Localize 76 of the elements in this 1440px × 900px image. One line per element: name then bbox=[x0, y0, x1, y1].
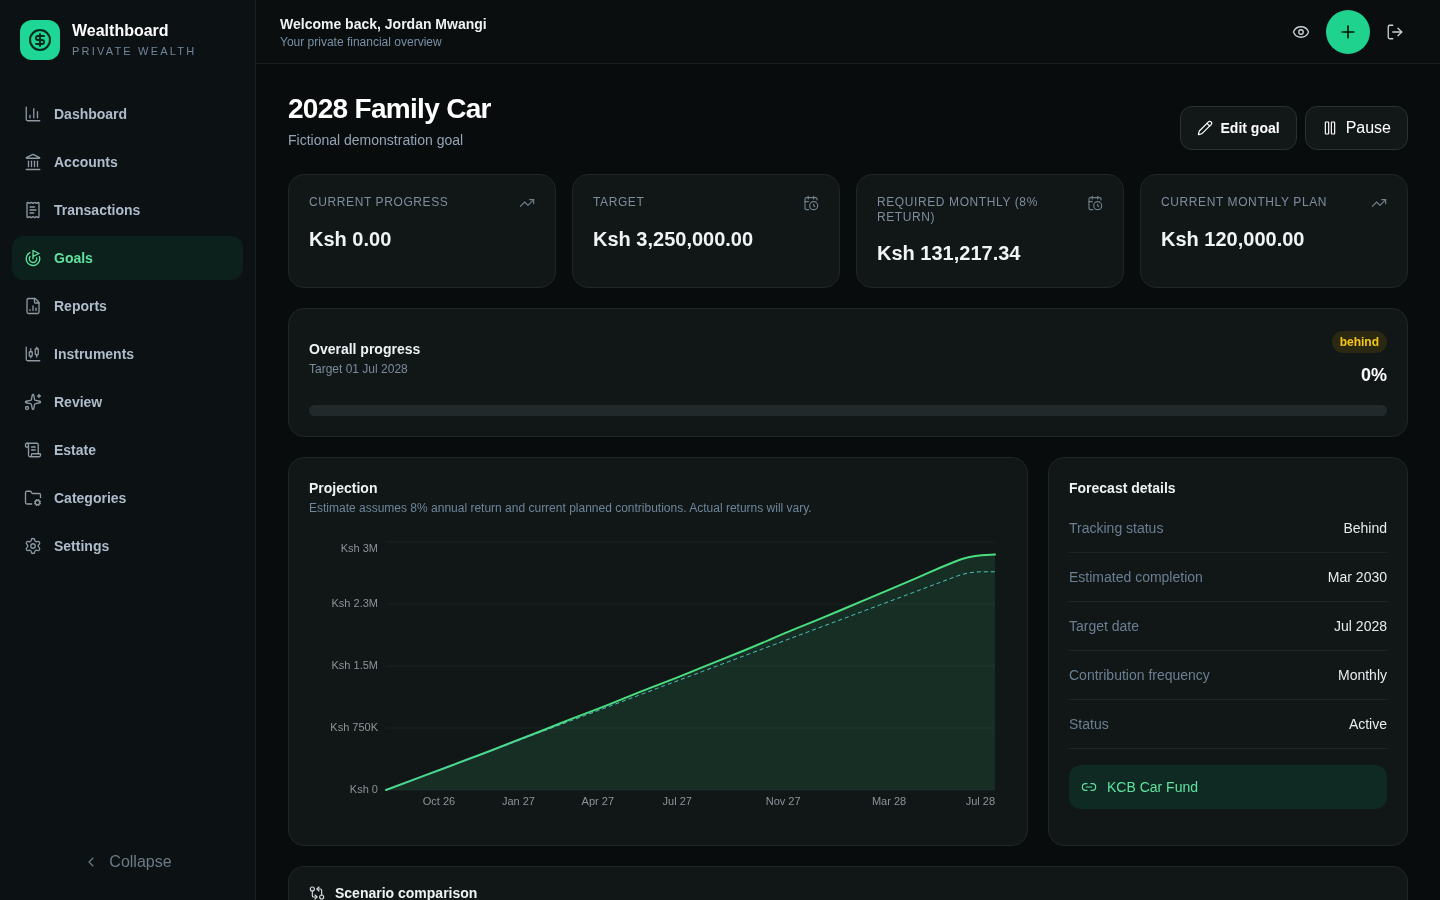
x-axis-label: Jul 27 bbox=[662, 794, 692, 807]
goal-subtitle: Fictional demonstration goal bbox=[288, 131, 465, 150]
sparkles-icon bbox=[24, 393, 42, 411]
detail-label: Target date bbox=[1069, 617, 1140, 636]
x-axis-label: Nov 27 bbox=[765, 794, 801, 807]
nav-item[interactable]: Estate bbox=[12, 428, 243, 472]
collapse-button[interactable]: Collapse bbox=[75, 842, 180, 882]
x-axis-label: Jan 27 bbox=[501, 794, 535, 807]
candlestick-icon bbox=[24, 345, 42, 363]
nav-item[interactable]: Categories bbox=[12, 476, 243, 520]
nav-item[interactable]: Settings bbox=[12, 524, 243, 568]
dollar-logo-icon bbox=[20, 20, 60, 60]
bar-chart-icon bbox=[24, 105, 42, 123]
detail-label: Tracking status bbox=[1069, 519, 1164, 538]
nav-item[interactable]: Reports bbox=[12, 284, 243, 328]
nav-item[interactable]: Review bbox=[12, 380, 243, 424]
detail-value: Monthly bbox=[1337, 666, 1387, 685]
pencil-icon bbox=[1196, 120, 1213, 136]
status-badge: behind bbox=[1331, 331, 1387, 353]
brand-tagline: PRIVATE WEALTH bbox=[72, 44, 197, 59]
stat-label: TARGET bbox=[593, 195, 645, 210]
settings-icon bbox=[24, 537, 42, 555]
logout-icon bbox=[1386, 22, 1404, 41]
nav-item[interactable]: Instruments bbox=[12, 332, 243, 376]
calendar-clock-icon bbox=[1087, 195, 1103, 211]
x-axis-label: Oct 26 bbox=[422, 794, 456, 807]
scenario-title: Scenario comparison bbox=[335, 884, 478, 900]
detail-value: Active bbox=[1348, 715, 1387, 734]
goal-title: 2028 Family Car bbox=[288, 92, 491, 126]
header-subtitle: Your private financial overview bbox=[280, 33, 443, 50]
stat-label: REQUIRED MONTHLY (8% RETURN) bbox=[877, 195, 1039, 225]
stat-value: Ksh 0.00 bbox=[309, 227, 393, 252]
compare-arrows-icon bbox=[309, 885, 325, 900]
detail-value: Behind bbox=[1343, 519, 1387, 538]
receipt-icon bbox=[24, 201, 42, 219]
detail-value: Mar 2030 bbox=[1327, 568, 1387, 587]
scroll-icon bbox=[24, 441, 42, 459]
welcome-text: Welcome back, Jordan Mwangi bbox=[280, 14, 487, 34]
logout-button[interactable] bbox=[1386, 22, 1404, 41]
progress-title: Overall progress bbox=[309, 340, 421, 359]
y-axis-label: Ksh 3M bbox=[340, 541, 378, 554]
nav-item[interactable]: Transactions bbox=[12, 188, 243, 232]
detail-label: Status bbox=[1069, 715, 1109, 734]
x-axis-label: Mar 28 bbox=[871, 794, 907, 807]
stat-label: CURRENT MONTHLY PLAN bbox=[1161, 195, 1328, 210]
stat-value: Ksh 120,000.00 bbox=[1161, 227, 1306, 252]
bank-icon bbox=[24, 153, 42, 171]
file-chart-icon bbox=[24, 297, 42, 315]
brand-name: Wealthboard bbox=[72, 21, 170, 41]
nav-item[interactable]: Accounts bbox=[12, 140, 243, 184]
edit-button[interactable]: Edit goal bbox=[1179, 106, 1297, 150]
y-axis-label: Ksh 0 bbox=[349, 782, 378, 795]
pause-button[interactable]: Pause bbox=[1304, 106, 1408, 150]
linked-account-button[interactable]: KCB Car Fund bbox=[1069, 765, 1387, 809]
projection-title: Projection bbox=[309, 479, 379, 498]
target-flag-icon bbox=[24, 249, 42, 267]
add-button[interactable] bbox=[1326, 9, 1370, 54]
forecast-title: Forecast details bbox=[1069, 479, 1177, 498]
progress-percent: 0% bbox=[1361, 365, 1387, 385]
x-axis-label: Apr 27 bbox=[581, 794, 615, 807]
x-axis-label: Jul 28 bbox=[965, 794, 995, 807]
y-axis-label: Ksh 2.3M bbox=[331, 596, 378, 609]
detail-label: Estimated completion bbox=[1069, 568, 1203, 587]
projection-note: Estimate assumes 8% annual return and current planned contributions. Actual returns will vary. bbox=[309, 500, 813, 516]
y-axis-label: Ksh 1.5M bbox=[331, 658, 378, 671]
y-axis-label: Ksh 750K bbox=[330, 720, 378, 733]
detail-label: Contribution frequency bbox=[1069, 666, 1210, 685]
detail-value: Jul 2028 bbox=[1334, 617, 1387, 636]
progress-target-date: Target 01 Jul 2028 bbox=[309, 361, 409, 377]
calendar-clock-icon bbox=[803, 195, 819, 211]
folder-gear-icon bbox=[24, 489, 42, 507]
nav-item[interactable]: Dashboard bbox=[12, 92, 243, 136]
stat-label: CURRENT PROGRESS bbox=[309, 195, 449, 210]
nav-item[interactable]: Goals bbox=[12, 236, 243, 280]
stat-value: Ksh 3,250,000.00 bbox=[593, 227, 755, 252]
stat-value: Ksh 131,217.34 bbox=[877, 241, 1022, 266]
